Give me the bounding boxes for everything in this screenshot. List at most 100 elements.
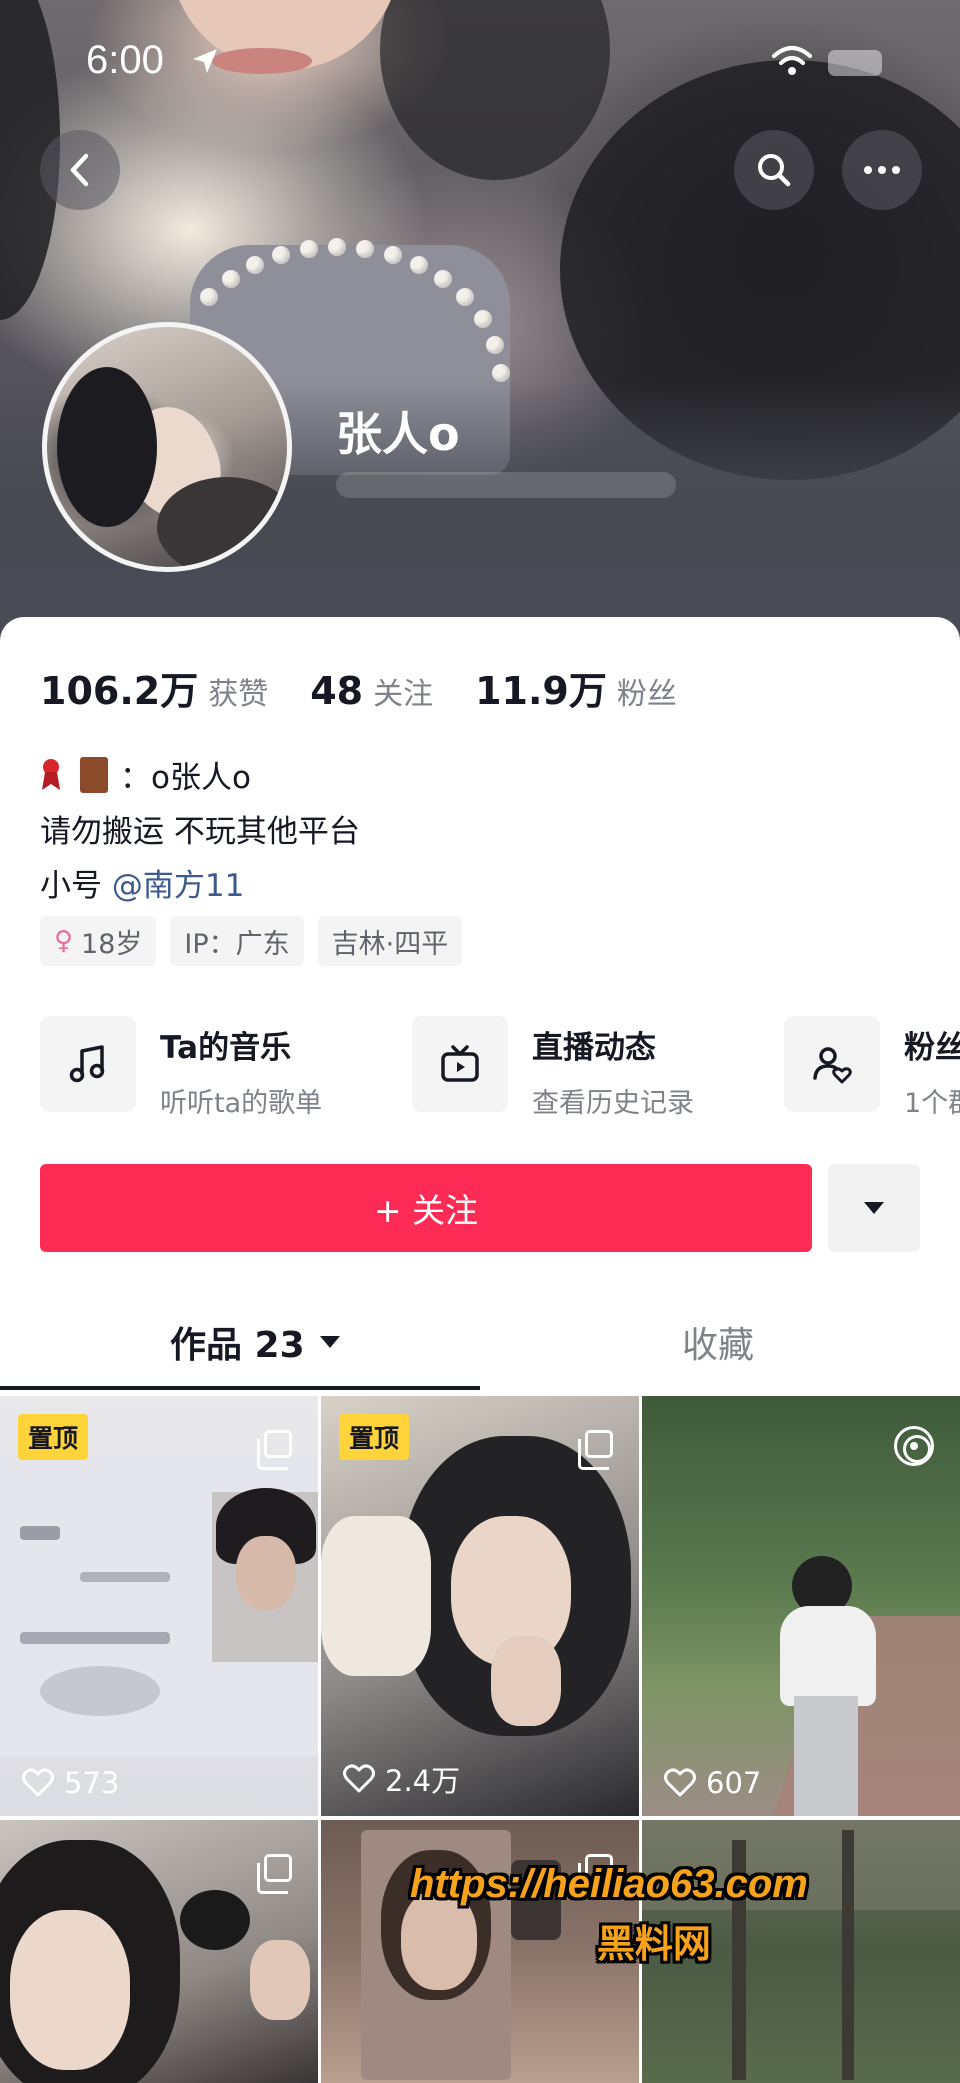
works-grid: 置顶 573 置顶 2.4万 607 xyxy=(0,1396,960,2083)
tile-likes-count: 2.4万 xyxy=(385,1764,461,1798)
tile-tree-trunk-shape xyxy=(842,1830,854,2080)
tv-icon xyxy=(441,1045,479,1082)
pearl-decoration xyxy=(356,240,374,258)
caret-down-icon xyxy=(319,1336,340,1348)
follow-button[interactable]: + 关注 xyxy=(40,1164,812,1252)
music-note-icon xyxy=(69,1045,105,1083)
feature-music-icon-box xyxy=(40,1016,136,1112)
video-tile[interactable]: 置顶 2.4万 xyxy=(321,1396,639,1816)
tile-person-shirt-shape xyxy=(780,1606,876,1706)
pearl-decoration xyxy=(300,240,318,258)
watermark-text: 黑料网 xyxy=(596,1922,711,1966)
back-button[interactable] xyxy=(40,130,120,210)
video-tile[interactable] xyxy=(0,1820,318,2083)
tile-fabric-shape xyxy=(321,1516,431,1676)
bio-line-3: 小号 @南方11 xyxy=(40,860,244,905)
feature-live-icon-box xyxy=(412,1016,508,1112)
pearl-decoration xyxy=(410,256,428,274)
tile-likes-count: 573 xyxy=(64,1766,120,1800)
feature-live-subtitle: 查看历史记录 xyxy=(532,1088,694,1119)
heart-icon xyxy=(664,1768,696,1797)
bio-line-3-prefix: 小号 xyxy=(40,868,112,904)
fans-group-icon xyxy=(813,1047,852,1084)
multi-image-icon xyxy=(578,1430,613,1470)
multi-image-icon xyxy=(257,1854,292,1894)
stat-followers[interactable]: 11.9万 粉丝 xyxy=(475,660,677,715)
feature-music[interactable]: Ta的音乐 听听ta的歌单 xyxy=(40,1016,412,1120)
live-replay-icon xyxy=(894,1426,934,1466)
profile-stats: 106.2万 获赞 48 关注 11.9万 粉丝 xyxy=(40,660,719,715)
tab-favorites[interactable]: 收藏 xyxy=(682,1316,754,1368)
status-time: 6:00 xyxy=(86,38,164,82)
pearl-decoration xyxy=(246,256,264,274)
tab-works-label: 作品 23 xyxy=(170,1325,305,1366)
pearl-decoration xyxy=(328,238,346,256)
multi-image-icon xyxy=(257,1430,292,1470)
stat-likes[interactable]: 106.2万 获赞 xyxy=(40,660,268,715)
tile-likes-count: 607 xyxy=(706,1766,762,1800)
more-dots-icon xyxy=(864,166,900,174)
tile-likes: 573 xyxy=(22,1766,119,1800)
bio-line-2: 请勿搬运 不玩其他平台 xyxy=(40,814,360,850)
pinned-badge: 置顶 xyxy=(339,1414,410,1460)
pearl-decoration xyxy=(384,246,402,264)
avatar[interactable] xyxy=(42,322,292,572)
more-button[interactable] xyxy=(842,130,922,210)
pearl-decoration xyxy=(434,270,452,288)
tile-hand-shape xyxy=(250,1940,310,2020)
wifi-icon xyxy=(772,46,812,75)
pearl-decoration xyxy=(200,288,218,306)
search-icon xyxy=(758,154,791,187)
pinned-badge: 置顶 xyxy=(18,1414,89,1460)
female-symbol-icon: ♀ xyxy=(54,926,74,956)
location-arrow-icon xyxy=(193,49,217,73)
pearl-decoration xyxy=(222,270,240,288)
search-button[interactable] xyxy=(734,130,814,210)
cover-lips-shape xyxy=(212,48,312,74)
stat-followers-value: 11.9万 xyxy=(475,669,607,713)
stat-following[interactable]: 48 关注 xyxy=(310,669,433,713)
tag-age: ♀ 18岁 xyxy=(40,916,157,966)
tile-person-legs-shape xyxy=(794,1696,858,1816)
door-icon xyxy=(80,756,108,793)
feature-fans-group[interactable]: 粉丝 1个群 xyxy=(784,1016,960,1120)
bio-mention-link[interactable]: @南方11 xyxy=(112,868,244,904)
stat-following-value: 48 xyxy=(310,669,364,713)
profile-subtitle-blurred xyxy=(336,472,676,498)
tile-stain-shape xyxy=(40,1666,160,1716)
tile-text-line-shape xyxy=(20,1526,60,1540)
pearl-decoration xyxy=(272,246,290,264)
stat-likes-label: 获赞 xyxy=(208,677,269,712)
profile-nickname: 张人o xyxy=(336,407,460,461)
watermark-overlay: https://heiliao63.com 黑料网 xyxy=(410,1862,808,1968)
feature-music-subtitle: 听听ta的歌单 xyxy=(160,1088,323,1119)
feature-live-title: 直播动态 xyxy=(532,1030,656,1066)
heart-icon xyxy=(343,1764,375,1793)
pearl-decoration xyxy=(474,310,492,328)
feature-fans-icon-box xyxy=(784,1016,880,1112)
video-tile[interactable]: 607 xyxy=(642,1396,960,1816)
pearl-decoration xyxy=(456,288,474,306)
chevron-left-icon xyxy=(70,153,89,187)
stat-likes-value: 106.2万 xyxy=(40,669,199,713)
tile-likes: 607 xyxy=(664,1766,761,1800)
avatar-hair-shape xyxy=(57,367,157,527)
stat-following-label: 关注 xyxy=(373,677,434,712)
tab-works[interactable]: 作品 23 xyxy=(170,1316,341,1368)
ribbon-icon xyxy=(42,758,60,790)
tag-location: 吉林·四平 xyxy=(317,916,463,966)
tile-face-shape xyxy=(10,1910,130,2070)
video-tile[interactable]: 置顶 573 xyxy=(0,1396,318,1816)
tile-likes: 2.4万 xyxy=(343,1758,460,1800)
feature-fans-title: 粉丝 xyxy=(904,1030,960,1066)
profile-tags: ♀ 18岁 IP：广东 吉林·四平 xyxy=(40,916,476,966)
avatar-fur-shape xyxy=(157,477,287,567)
feature-live[interactable]: 直播动态 查看历史记录 xyxy=(412,1016,784,1120)
heart-icon xyxy=(22,1768,54,1797)
tile-text-line-shape xyxy=(80,1572,170,1582)
tag-ip: IP：广东 xyxy=(170,916,304,966)
tile-text-line-shape xyxy=(20,1632,170,1644)
tile-face-shape xyxy=(236,1536,296,1610)
recommend-dropdown-button[interactable] xyxy=(828,1164,920,1252)
bio-line-1: ：o张人o xyxy=(40,752,251,797)
